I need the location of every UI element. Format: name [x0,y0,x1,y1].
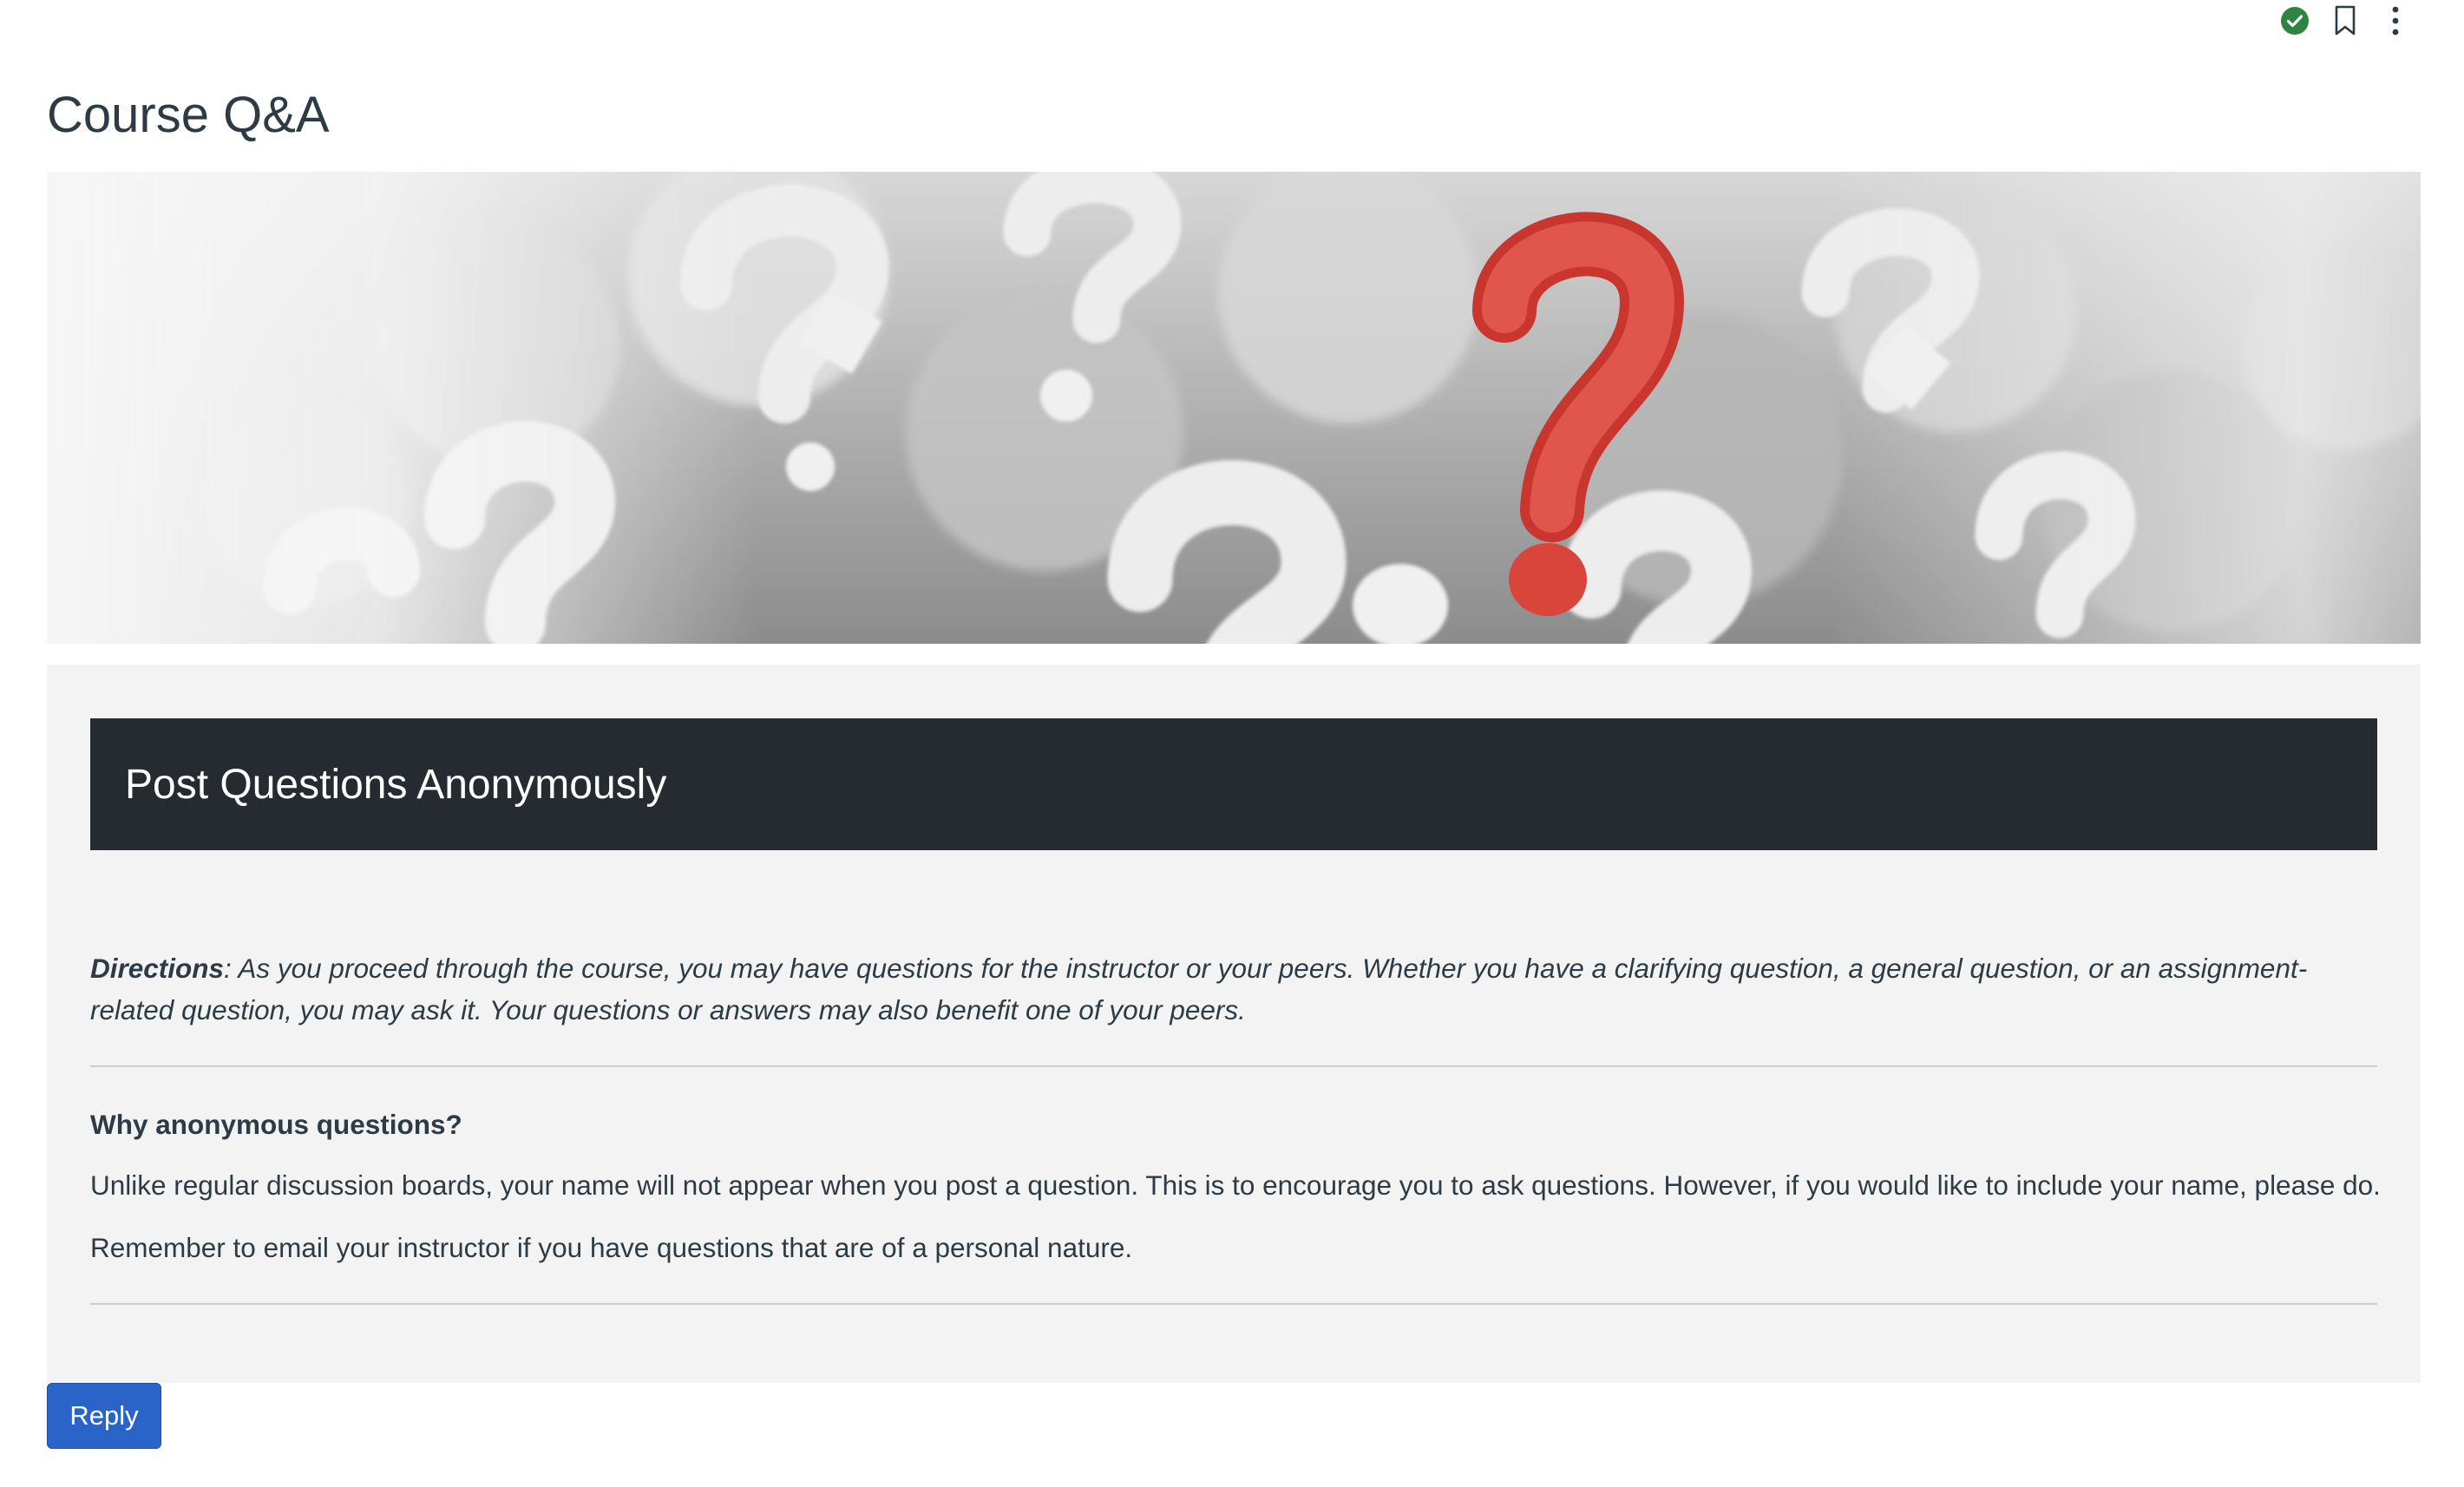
options-menu-button[interactable] [2379,4,2412,37]
kebab-menu-icon [2392,6,2399,36]
bookmark-button[interactable] [2329,4,2362,37]
why-anonymous-heading: Why anonymous questions? [90,1109,462,1140]
email-reminder-paragraph: Remember to email your instructor if you… [90,1232,1133,1263]
directions-paragraph: Directions: As you proceed through the c… [90,947,2389,1031]
discussion-page: Course Q&A Post Questions Anonymously Di… [0,0,2464,1487]
page-title: Course Q&A [47,87,330,143]
reply-button[interactable]: Reply [47,1383,161,1449]
content-divider-bottom [90,1303,2377,1305]
bookmark-icon [2335,5,2356,36]
directions-text: : As you proceed through the course, you… [90,953,2308,1025]
directions-label: Directions [90,953,225,984]
section-header-banner: Post Questions Anonymously [90,718,2377,850]
check-circle-icon [2281,7,2309,35]
discussion-toolbar [2278,3,2412,38]
discussion-content-panel: Post Questions Anonymously Directions: A… [47,665,2421,1383]
section-header-title: Post Questions Anonymously [125,761,667,808]
why-anonymous-paragraph: Unlike regular discussion boards, your n… [90,1169,2381,1201]
question-marks-banner-image [47,172,2421,644]
published-status-icon[interactable] [2278,4,2311,37]
content-divider [90,1065,2377,1067]
